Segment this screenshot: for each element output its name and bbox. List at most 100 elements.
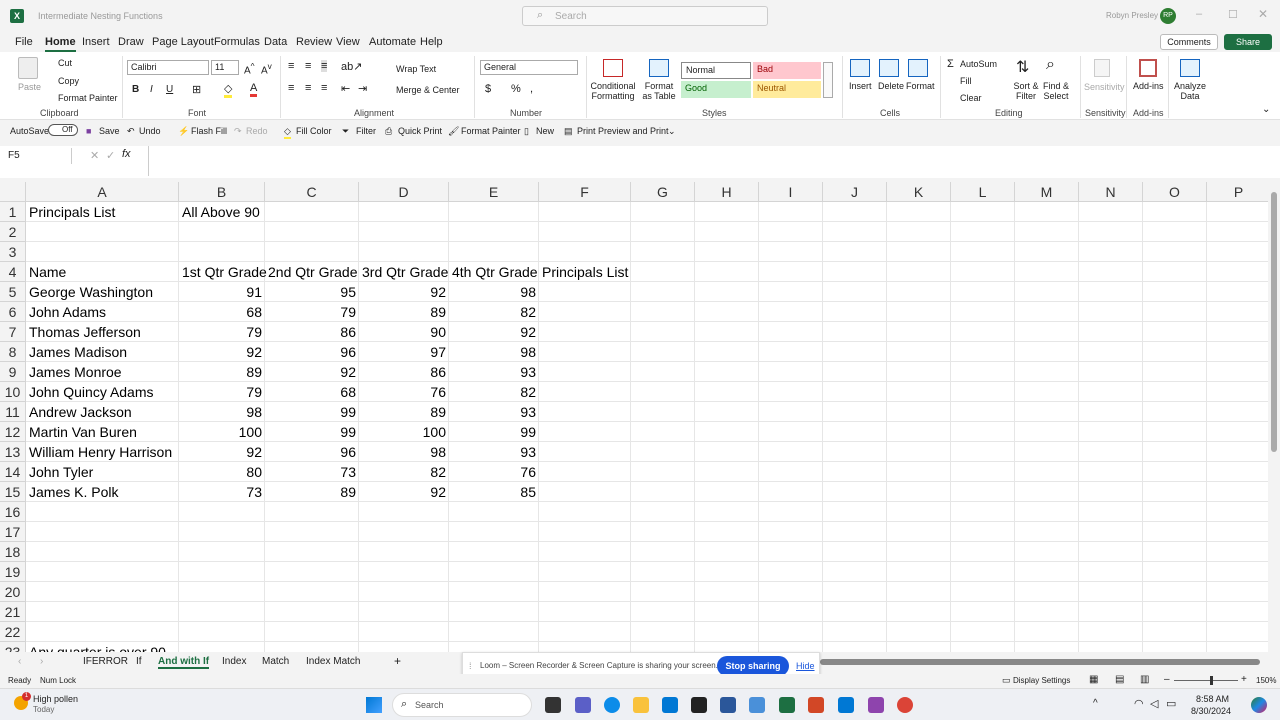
grade-cell-q1[interactable]: 92 [179, 342, 265, 362]
column-header-c[interactable]: C [265, 182, 359, 202]
row-header-16[interactable]: 16 [0, 502, 26, 522]
page-layout-view-icon[interactable]: ▤ [1115, 674, 1124, 685]
flash-fill-icon[interactable]: ⚡ [178, 126, 189, 137]
menu-review[interactable]: Review [296, 36, 332, 48]
select-all-corner[interactable] [0, 182, 26, 202]
analyze-data-icon[interactable] [1180, 59, 1200, 77]
style-bad[interactable]: Bad [753, 62, 821, 79]
column-header-n[interactable]: N [1079, 182, 1143, 202]
fill-color-qat-icon[interactable]: ◇ [284, 126, 291, 139]
snipping-tool-icon[interactable] [868, 697, 884, 713]
row-header-6[interactable]: 6 [0, 302, 26, 322]
align-top-icon[interactable]: ≡ [288, 60, 294, 72]
font-color-icon[interactable]: A [250, 82, 258, 97]
powerpoint-icon[interactable] [808, 697, 824, 713]
tab-prev-icon[interactable]: ‹ [18, 656, 21, 667]
filter-button[interactable]: Filter [356, 126, 376, 136]
header-q3[interactable]: 3rd Qtr Grade [359, 262, 451, 282]
styles-scroll-icon[interactable] [823, 62, 833, 98]
name-cell[interactable]: James Madison [26, 342, 130, 362]
align-center-icon[interactable]: ≡ [305, 82, 311, 94]
merge-center-button[interactable]: Merge & Center [396, 85, 460, 95]
clear-button[interactable]: Clear [960, 93, 982, 103]
grade-cell-q3[interactable]: 89 [359, 402, 449, 422]
menu-help[interactable]: Help [420, 36, 443, 48]
tray-chevron-icon[interactable]: ^ [1093, 698, 1098, 709]
save-button[interactable]: Save [99, 126, 120, 136]
word-icon[interactable] [720, 697, 736, 713]
grade-cell-q2[interactable]: 73 [265, 462, 359, 482]
fill-color-qat-button[interactable]: Fill Color [296, 126, 332, 136]
insert-function-icon[interactable]: fx [122, 148, 131, 160]
paste-icon[interactable] [18, 57, 38, 79]
cut-button[interactable]: Cut [58, 58, 72, 68]
menu-draw[interactable]: Draw [118, 36, 144, 48]
column-header-e[interactable]: E [449, 182, 539, 202]
display-settings-icon[interactable]: ▭ [1002, 675, 1011, 686]
add-sheet-icon[interactable]: + [394, 654, 401, 668]
excel-taskbar-icon[interactable] [779, 697, 795, 713]
tab-and-with-if[interactable]: And with If [158, 656, 210, 669]
grade-cell-q4[interactable]: 82 [449, 382, 539, 402]
paste-button[interactable]: Paste [18, 82, 41, 92]
name-cell[interactable]: John Tyler [26, 462, 96, 482]
header-name[interactable]: Name [26, 262, 69, 282]
menu-view[interactable]: View [336, 36, 360, 48]
page-break-view-icon[interactable]: ▥ [1140, 674, 1149, 685]
row-header-4[interactable]: 4 [0, 262, 26, 282]
copy-button[interactable]: Copy [58, 76, 79, 86]
ribbon-collapse-icon[interactable]: ⌄ [1262, 104, 1270, 115]
row-header-15[interactable]: 15 [0, 482, 26, 502]
print-preview-icon[interactable]: ▤ [564, 126, 573, 137]
copilot-icon[interactable] [1251, 697, 1267, 713]
grade-cell-q4[interactable]: 93 [449, 402, 539, 422]
font-name-select[interactable]: Calibri [127, 60, 209, 75]
clock-date[interactable]: 8/30/2024 [1191, 706, 1231, 716]
tab-index-match[interactable]: Index Match [306, 656, 360, 667]
chrome-icon[interactable] [897, 697, 913, 713]
new-button[interactable]: New [536, 126, 554, 136]
photos-icon[interactable] [749, 697, 765, 713]
header-principals[interactable]: Principals List [539, 262, 631, 282]
grade-cell-q4[interactable]: 85 [449, 482, 539, 502]
hide-link[interactable]: Hide [796, 661, 815, 671]
weather-text[interactable]: High pollen [33, 694, 78, 704]
tab-index[interactable]: Index [222, 656, 246, 667]
row-header-21[interactable]: 21 [0, 602, 26, 622]
row-header-19[interactable]: 19 [0, 562, 26, 582]
clock-time[interactable]: 8:58 AM [1196, 694, 1229, 704]
row-header-12[interactable]: 12 [0, 422, 26, 442]
tab-iferror[interactable]: IFERROR [83, 656, 128, 667]
grow-font-icon[interactable]: A^ [244, 61, 255, 76]
customize-qat-icon[interactable]: ⌄ [668, 126, 676, 137]
grade-cell-q4[interactable]: 98 [449, 342, 539, 362]
insert-cells-icon[interactable] [850, 59, 870, 77]
row-header-9[interactable]: 9 [0, 362, 26, 382]
row-header-23[interactable]: 23 [0, 642, 26, 652]
grade-cell-q1[interactable]: 80 [179, 462, 265, 482]
orientation-icon[interactable]: ab↗ [341, 60, 362, 73]
row-header-10[interactable]: 10 [0, 382, 26, 402]
grade-cell-q4[interactable]: 93 [449, 442, 539, 462]
percent-icon[interactable]: % [511, 83, 521, 95]
filter-icon[interactable]: ⏷ [342, 126, 349, 137]
grade-cell-q4[interactable]: 76 [449, 462, 539, 482]
zoom-slider[interactable] [1174, 676, 1238, 685]
amazon-icon[interactable] [691, 697, 707, 713]
battery-icon[interactable]: ▭ [1166, 697, 1176, 710]
vertical-scrollbar[interactable] [1268, 182, 1280, 652]
grade-cell-q4[interactable]: 93 [449, 362, 539, 382]
format-painter-button[interactable]: Format Painter [58, 93, 118, 103]
wrap-text-button[interactable]: Wrap Text [396, 64, 436, 74]
analyze-data-button[interactable]: Analyze Data [1172, 81, 1208, 101]
sort-filter-icon[interactable]: ⇅ [1016, 57, 1029, 77]
column-header-j[interactable]: J [823, 182, 887, 202]
delete-cells-button[interactable]: Delete [878, 81, 904, 91]
column-header-a[interactable]: A [26, 182, 179, 202]
windows-start-icon[interactable] [366, 697, 382, 713]
column-header-p[interactable]: P [1207, 182, 1268, 202]
zoom-thumb[interactable] [1210, 676, 1213, 685]
header-q1[interactable]: 1st Qtr Grade [179, 262, 270, 282]
menu-insert[interactable]: Insert [82, 36, 110, 48]
formula-input[interactable] [148, 146, 1266, 176]
